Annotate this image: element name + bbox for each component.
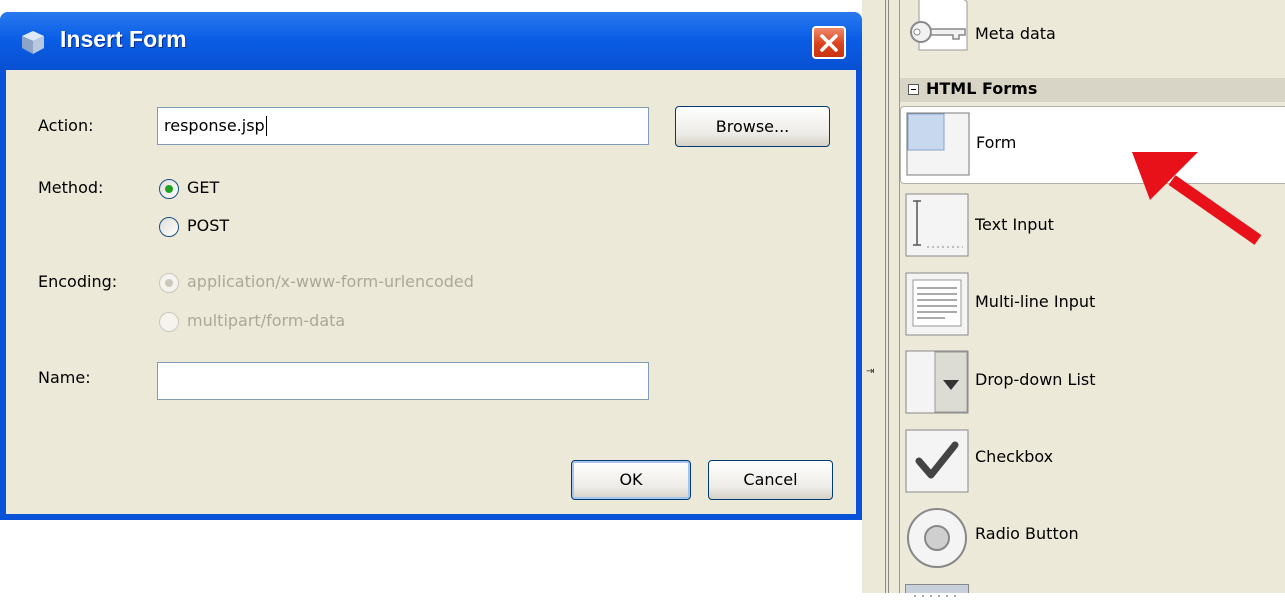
dialog-body: Action: response.jsp Browse... Method: G… (6, 70, 856, 514)
palette-item-label: Form (976, 133, 1017, 152)
splitter-arrow-icon[interactable]: ⇥ (866, 366, 874, 377)
category-html-forms[interactable]: HTML Forms (900, 78, 1285, 102)
action-input[interactable]: response.jsp (157, 107, 649, 145)
key-icon (905, 0, 969, 52)
palette-item-meta-data[interactable]: Meta data (899, 0, 1285, 78)
action-value: response.jsp (164, 116, 265, 135)
panel-splitter[interactable] (885, 0, 889, 593)
text-caret (265, 116, 267, 136)
palette-item-checkbox[interactable]: Checkbox (899, 423, 1285, 501)
ok-button[interactable]: OK (571, 460, 691, 500)
action-label: Action: (38, 116, 94, 135)
close-icon (820, 34, 838, 52)
encoding-urlencoded-label: application/x-www-form-urlencoded (187, 272, 474, 291)
radio-button-icon (905, 506, 969, 570)
palette-item-partial[interactable] (905, 584, 969, 597)
palette-item-label: Drop-down List (975, 370, 1096, 389)
name-label: Name: (38, 368, 91, 387)
panel-gap (862, 0, 899, 593)
palette-item-label: Radio Button (975, 524, 1079, 543)
multiline-input-icon (905, 272, 969, 336)
radio-unselected-icon (159, 312, 179, 332)
palette-item-radio-button[interactable]: Radio Button (899, 500, 1285, 578)
method-label: Method: (38, 178, 104, 197)
method-get-label: GET (187, 178, 220, 197)
palette-item-multiline-input[interactable]: Multi-line Input (899, 266, 1285, 344)
checkbox-icon (905, 429, 969, 493)
method-post-label: POST (187, 216, 230, 235)
palette-item-label: Multi-line Input (975, 292, 1096, 311)
radio-selected-icon (159, 273, 179, 293)
dropdown-list-icon (905, 350, 969, 414)
palette-item-label: Text Input (975, 215, 1054, 234)
radio-unselected-icon (159, 217, 179, 237)
cancel-button[interactable]: Cancel (708, 460, 833, 500)
insert-form-dialog: Insert Form Action: response.jsp Browse.… (0, 12, 862, 520)
palette-item-dropdown-list[interactable]: Drop-down List (899, 344, 1285, 422)
browse-button[interactable]: Browse... (675, 106, 830, 147)
name-input[interactable] (157, 362, 649, 400)
category-label: HTML Forms (926, 79, 1038, 98)
dialog-titlebar[interactable]: Insert Form (0, 12, 862, 70)
form-icon (906, 112, 970, 176)
app-icon (20, 29, 46, 55)
collapse-icon[interactable] (908, 84, 919, 95)
radio-selected-icon (159, 179, 179, 199)
palette-item-label: Checkbox (975, 447, 1054, 466)
encoding-multipart-label: multipart/form-data (187, 311, 346, 330)
annotation-arrow-icon (1132, 152, 1262, 245)
close-button[interactable] (812, 26, 846, 59)
dialog-title: Insert Form (60, 26, 187, 52)
text-input-icon (905, 193, 969, 257)
palette-item-label: Meta data (975, 24, 1056, 43)
encoding-label: Encoding: (38, 272, 118, 291)
